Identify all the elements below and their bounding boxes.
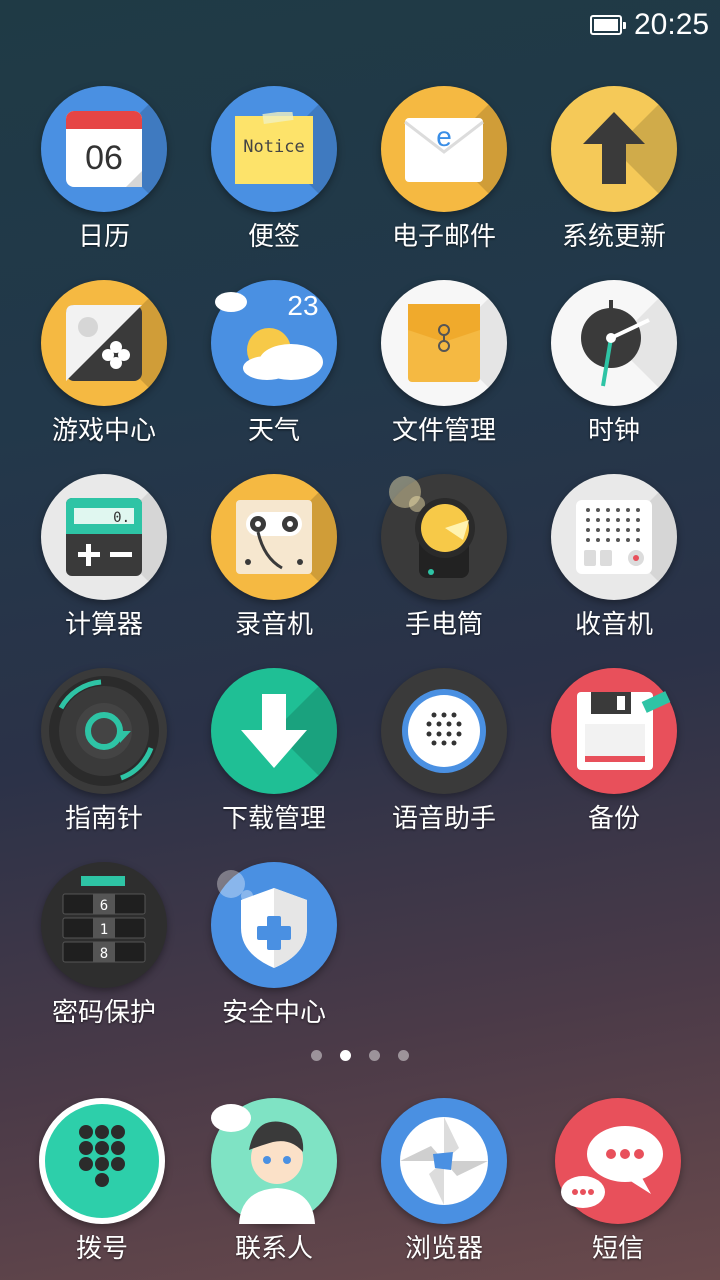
app-recorder[interactable]: 录音机 bbox=[189, 474, 359, 641]
contacts-icon bbox=[211, 1098, 337, 1224]
shield-icon bbox=[211, 862, 337, 988]
app-download-manager[interactable]: 下载管理 bbox=[189, 668, 359, 835]
cassette-icon bbox=[211, 474, 337, 600]
note-icon: Notice bbox=[211, 86, 337, 212]
lock-dial-icon: 6 1 8 bbox=[41, 862, 167, 988]
app-label: 时钟 bbox=[587, 416, 640, 446]
weather-icon: 23 bbox=[211, 280, 337, 406]
app-clock[interactable]: 时钟 bbox=[529, 280, 699, 447]
app-contacts[interactable]: 联系人 bbox=[189, 1098, 359, 1265]
app-backup[interactable]: 备份 bbox=[529, 668, 699, 835]
email-icon: e bbox=[381, 86, 507, 212]
app-label: 语音助手 bbox=[391, 804, 496, 834]
app-label: 日历 bbox=[77, 222, 130, 252]
calculator-icon: 0. bbox=[41, 474, 167, 600]
app-label: 安全中心 bbox=[221, 998, 326, 1028]
calendar-icon: 06 bbox=[41, 86, 167, 212]
app-calendar[interactable]: 06 日历 bbox=[19, 86, 189, 253]
svg-text:e: e bbox=[436, 121, 452, 152]
clock-icon bbox=[551, 280, 677, 406]
battery-full-icon bbox=[590, 15, 626, 35]
status-bar: 20:25 bbox=[0, 0, 720, 54]
page-indicator[interactable] bbox=[0, 1048, 720, 1064]
app-label: 便签 bbox=[247, 222, 300, 252]
svg-text:06: 06 bbox=[85, 139, 123, 177]
app-label: 电子邮件 bbox=[391, 222, 496, 252]
app-label: 收音机 bbox=[574, 610, 653, 640]
compass-icon bbox=[41, 668, 167, 794]
app-game-center[interactable]: 游戏中心 bbox=[19, 280, 189, 447]
app-file-manager[interactable]: 文件管理 bbox=[359, 280, 529, 447]
app-browser[interactable]: 浏览器 bbox=[359, 1098, 529, 1265]
floppy-icon bbox=[551, 668, 677, 794]
app-label: 短信 bbox=[591, 1234, 644, 1264]
app-security-center[interactable]: 安全中心 bbox=[189, 862, 359, 1029]
browser-icon bbox=[381, 1098, 507, 1224]
flashlight-icon bbox=[381, 474, 507, 600]
svg-text:1: 1 bbox=[100, 922, 108, 938]
app-label: 文件管理 bbox=[391, 416, 496, 446]
svg-text:23: 23 bbox=[287, 290, 318, 321]
folder-icon bbox=[381, 280, 507, 406]
app-label: 联系人 bbox=[234, 1234, 313, 1264]
app-flashlight[interactable]: 手电筒 bbox=[359, 474, 529, 641]
svg-text:Notice: Notice bbox=[243, 137, 304, 157]
app-password-protect[interactable]: 6 1 8 密码保护 bbox=[19, 862, 189, 1029]
update-arrow-icon bbox=[551, 86, 677, 212]
app-label: 计算器 bbox=[64, 610, 143, 640]
app-dialer[interactable]: 拨号 bbox=[17, 1098, 187, 1265]
page-dot[interactable] bbox=[369, 1050, 380, 1061]
app-label: 拨号 bbox=[75, 1234, 128, 1264]
app-label: 密码保护 bbox=[51, 998, 156, 1028]
app-system-update[interactable]: 系统更新 bbox=[529, 86, 699, 253]
app-label: 天气 bbox=[247, 416, 300, 446]
voice-assistant-icon bbox=[381, 668, 507, 794]
page-dot[interactable] bbox=[398, 1050, 409, 1061]
app-messages[interactable]: 短信 bbox=[533, 1098, 703, 1265]
app-label: 录音机 bbox=[234, 610, 313, 640]
app-calculator[interactable]: 0. 计算器 bbox=[19, 474, 189, 641]
app-label: 指南针 bbox=[64, 804, 143, 834]
gamepad-icon bbox=[41, 280, 167, 406]
app-notes[interactable]: Notice 便签 bbox=[189, 86, 359, 253]
app-label: 手电筒 bbox=[404, 610, 483, 640]
page-dot-active[interactable] bbox=[340, 1050, 351, 1061]
app-label: 备份 bbox=[587, 804, 640, 834]
app-label: 下载管理 bbox=[221, 804, 326, 834]
page-dot[interactable] bbox=[311, 1050, 322, 1061]
app-radio[interactable]: 收音机 bbox=[529, 474, 699, 641]
app-label: 浏览器 bbox=[404, 1234, 483, 1264]
sms-icon bbox=[555, 1098, 681, 1224]
app-label: 游戏中心 bbox=[51, 416, 156, 446]
app-email[interactable]: e 电子邮件 bbox=[359, 86, 529, 253]
app-voice-assistant[interactable]: 语音助手 bbox=[359, 668, 529, 835]
app-weather[interactable]: 23 天气 bbox=[189, 280, 359, 447]
dialpad-icon bbox=[39, 1098, 165, 1224]
download-icon bbox=[211, 668, 337, 794]
svg-text:6: 6 bbox=[100, 898, 108, 914]
svg-text:0.: 0. bbox=[113, 510, 130, 526]
radio-icon bbox=[551, 474, 677, 600]
svg-text:8: 8 bbox=[100, 946, 108, 962]
status-time: 20:25 bbox=[634, 8, 710, 41]
app-compass[interactable]: 指南针 bbox=[19, 668, 189, 835]
app-label: 系统更新 bbox=[561, 222, 666, 252]
